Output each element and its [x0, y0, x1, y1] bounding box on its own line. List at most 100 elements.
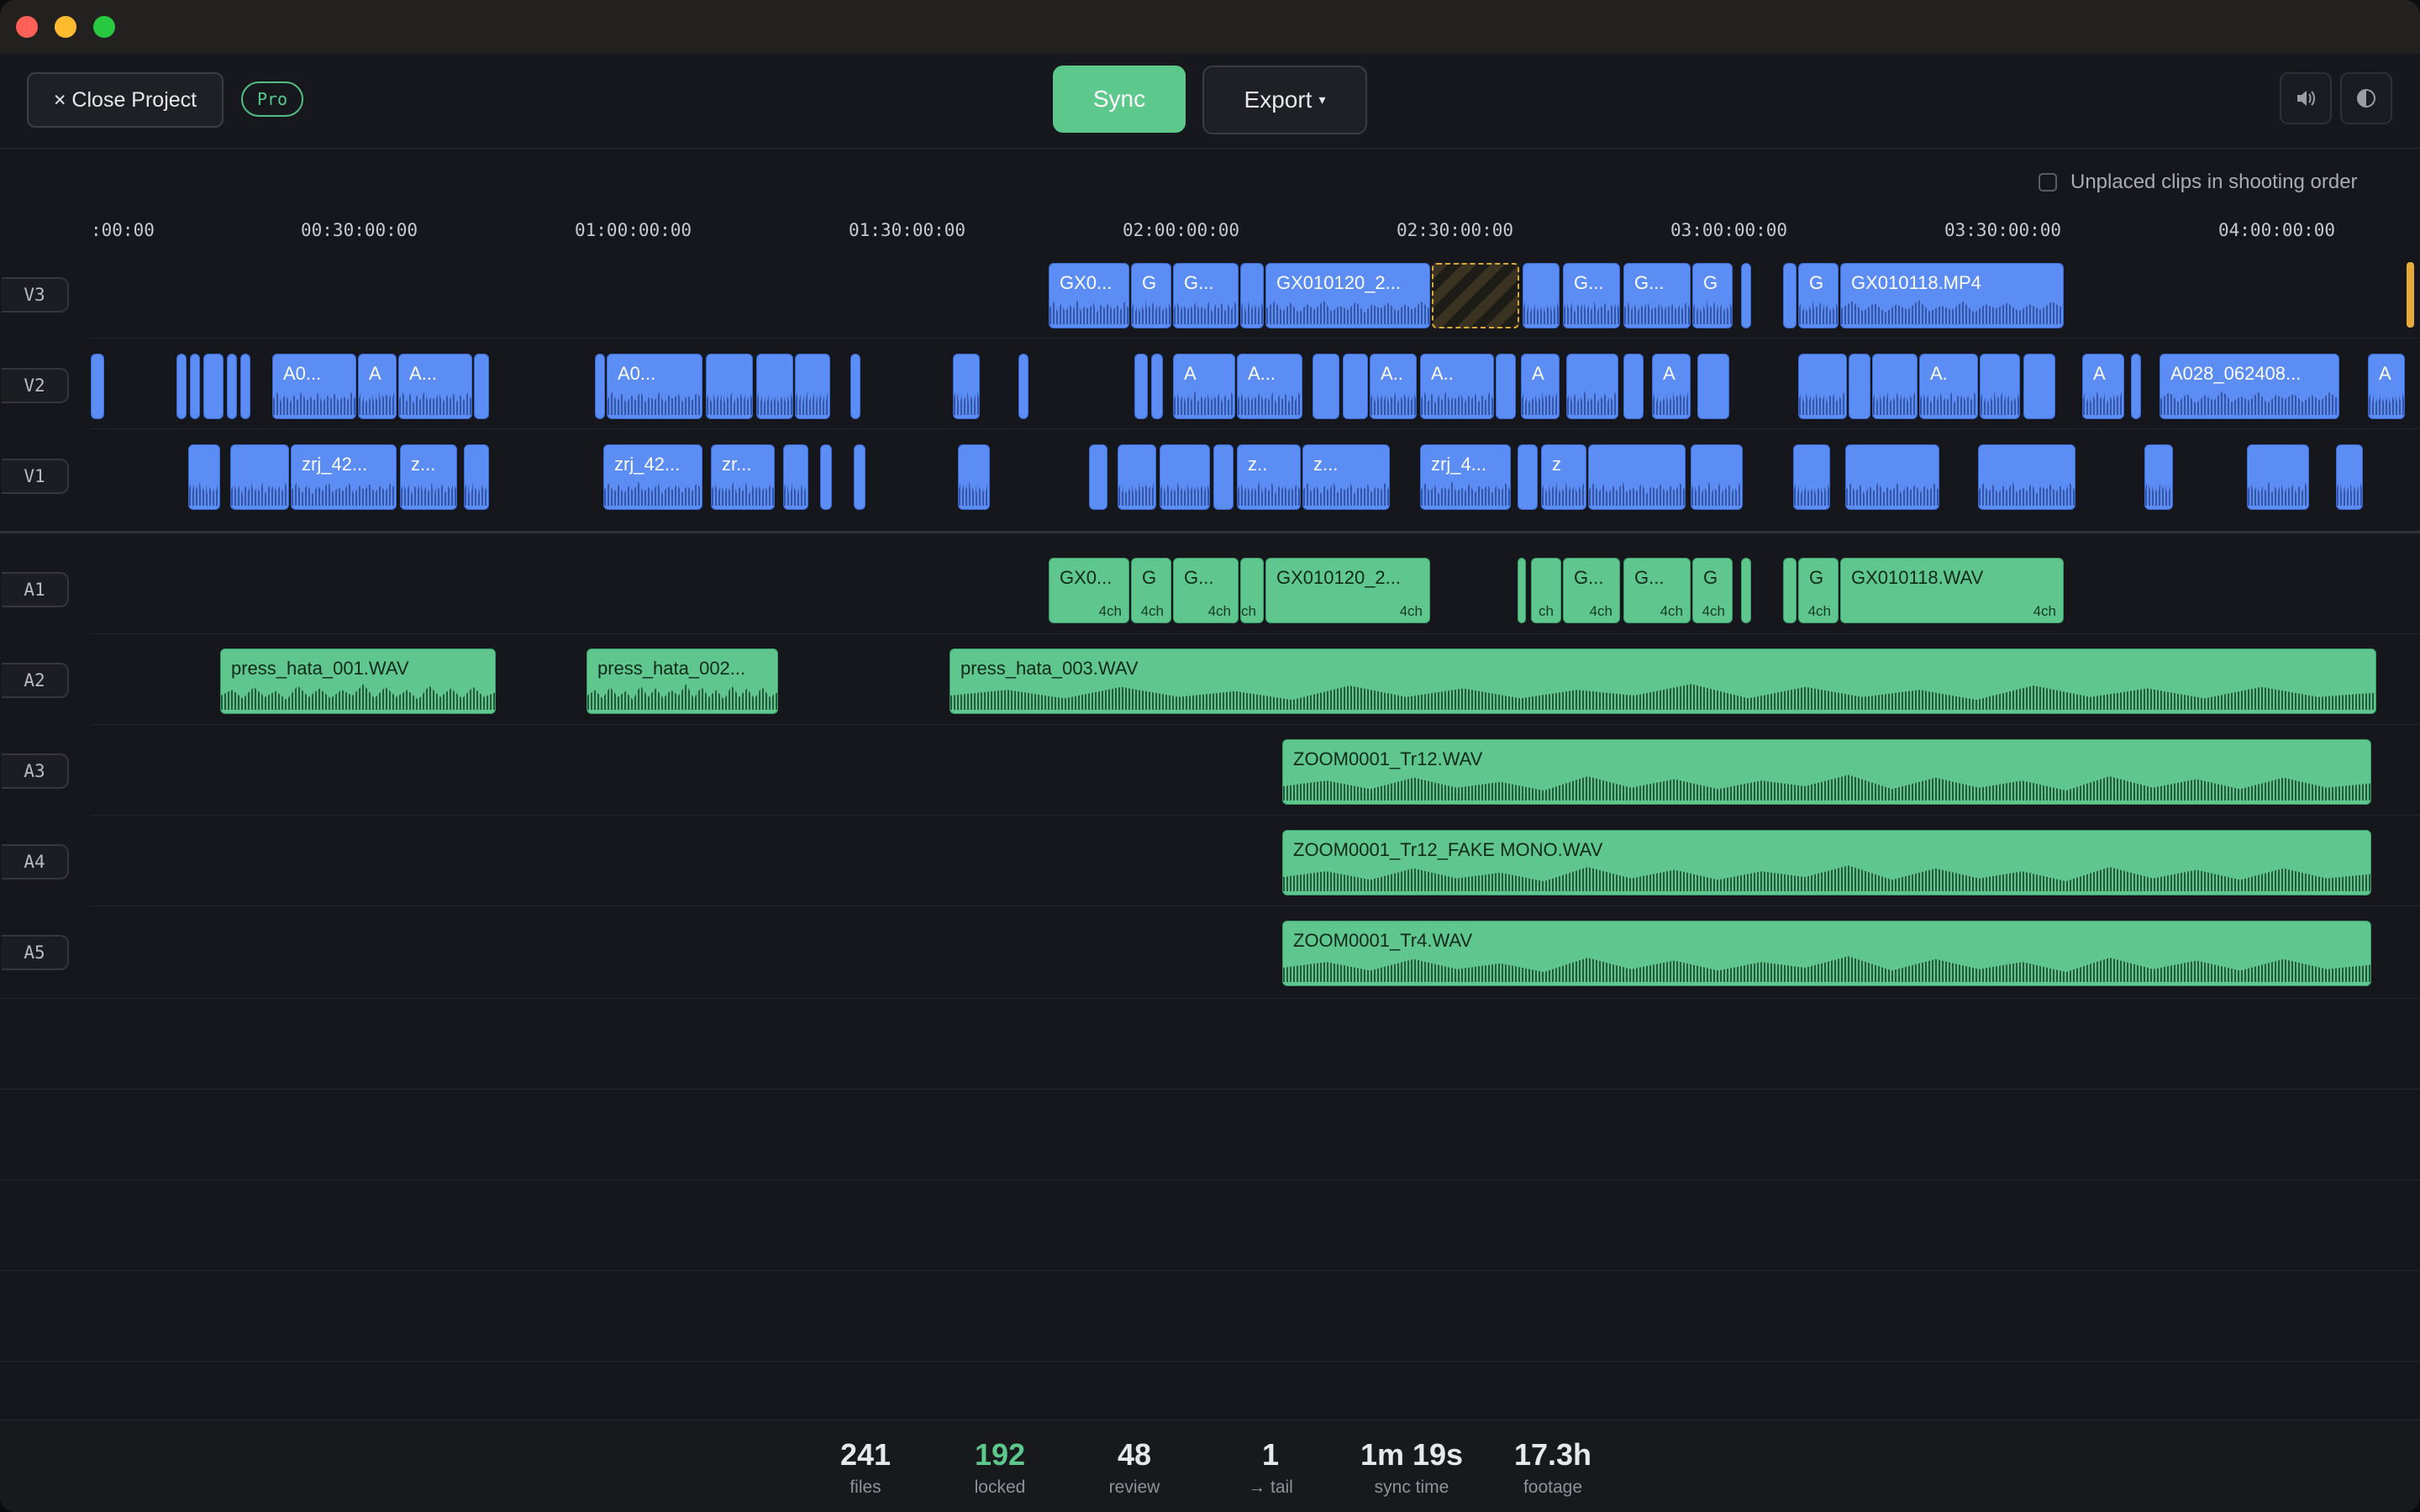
video-clip[interactable]: GX0...: [1049, 263, 1129, 328]
video-clip[interactable]: [203, 354, 224, 419]
video-clip[interactable]: [820, 444, 832, 510]
video-clip[interactable]: A: [1652, 354, 1691, 419]
video-clip[interactable]: G...: [1623, 263, 1691, 328]
audio-clip[interactable]: [1783, 558, 1797, 623]
audio-clip[interactable]: ZOOM0001_Tr12.WAV: [1282, 739, 2371, 805]
audio-clip[interactable]: G 4ch: [1798, 558, 1839, 623]
video-clip[interactable]: A0...: [607, 354, 702, 419]
unplaced-checkbox[interactable]: [2039, 173, 2057, 192]
video-clip[interactable]: [1697, 354, 1729, 419]
track-label-a4[interactable]: A4: [2, 844, 69, 879]
video-clip[interactable]: A...: [398, 354, 472, 419]
video-clip[interactable]: z..: [1237, 444, 1301, 510]
track-label-a3[interactable]: A3: [2, 753, 69, 789]
video-clip[interactable]: [1089, 444, 1107, 510]
video-clip[interactable]: zrj_42...: [603, 444, 702, 510]
video-clip[interactable]: [1783, 263, 1797, 328]
track-label-v1[interactable]: V1: [2, 459, 69, 494]
track-label-a1[interactable]: A1: [2, 572, 69, 607]
video-clip[interactable]: A: [2368, 354, 2405, 419]
sync-button[interactable]: Sync: [1053, 66, 1186, 133]
video-clip[interactable]: [464, 444, 489, 510]
video-clip[interactable]: zr...: [711, 444, 775, 510]
unplaced-clips-option[interactable]: Unplaced clips in shooting order: [2039, 171, 2358, 194]
track-label-v3[interactable]: V3: [2, 277, 69, 312]
video-clip[interactable]: [1213, 444, 1234, 510]
audio-clip[interactable]: GX010120_2... 4ch: [1265, 558, 1430, 623]
video-clip[interactable]: [188, 444, 220, 510]
video-clip[interactable]: G: [1798, 263, 1839, 328]
video-clip[interactable]: [1623, 354, 1644, 419]
video-clip[interactable]: [1343, 354, 1368, 419]
audio-clip[interactable]: press_hata_003.WAV: [950, 648, 2376, 714]
video-clip[interactable]: [1496, 354, 1516, 419]
video-clip[interactable]: A.: [1919, 354, 1978, 419]
volume-button[interactable]: [2280, 72, 2332, 124]
theme-toggle-button[interactable]: [2340, 72, 2392, 124]
export-button[interactable]: Export ▾: [1202, 66, 1367, 134]
playhead-marker[interactable]: [2407, 262, 2414, 328]
track-label-a5[interactable]: A5: [2, 935, 69, 970]
video-clip[interactable]: [91, 354, 104, 419]
video-clip[interactable]: [1523, 263, 1560, 328]
video-clip[interactable]: [854, 444, 865, 510]
video-clip[interactable]: GX010118.MP4: [1840, 263, 2064, 328]
video-clip[interactable]: [958, 444, 990, 510]
video-clip[interactable]: A0...: [272, 354, 356, 419]
video-clip[interactable]: [1240, 263, 1264, 328]
video-clip[interactable]: [240, 354, 250, 419]
video-clip[interactable]: [176, 354, 187, 419]
video-clip[interactable]: [850, 354, 860, 419]
video-clip[interactable]: [227, 354, 237, 419]
video-clip[interactable]: [1741, 263, 1751, 328]
audio-clip[interactable]: press_hata_002...: [587, 648, 778, 714]
video-clip[interactable]: z...: [1302, 444, 1390, 510]
video-clip[interactable]: [2336, 444, 2363, 510]
video-clip[interactable]: [190, 354, 200, 419]
video-clip[interactable]: z...: [400, 444, 457, 510]
video-clip[interactable]: A: [358, 354, 397, 419]
video-clip[interactable]: [1160, 444, 1210, 510]
audio-clip[interactable]: ch: [1240, 558, 1264, 623]
video-clip[interactable]: [1691, 444, 1743, 510]
video-clip[interactable]: [1845, 444, 1939, 510]
video-clip[interactable]: [1872, 354, 1918, 419]
video-clip[interactable]: [1793, 444, 1830, 510]
video-clip[interactable]: [2144, 444, 2173, 510]
audio-clip[interactable]: GX010118.WAV 4ch: [1840, 558, 2064, 623]
video-clip[interactable]: z: [1541, 444, 1586, 510]
video-clip[interactable]: [1798, 354, 1847, 419]
audio-clip[interactable]: G... 4ch: [1173, 558, 1239, 623]
minimize-window-button[interactable]: [55, 16, 76, 38]
video-clip[interactable]: [1588, 444, 1686, 510]
video-clip[interactable]: G: [1692, 263, 1733, 328]
audio-clip[interactable]: G 4ch: [1131, 558, 1171, 623]
audio-clip[interactable]: [1741, 558, 1751, 623]
video-clip[interactable]: [1151, 354, 1163, 419]
video-clip[interactable]: [1978, 444, 2075, 510]
video-clip[interactable]: zrj_42...: [291, 444, 397, 510]
video-clip[interactable]: G...: [1173, 263, 1239, 328]
track-label-v2[interactable]: V2: [2, 368, 69, 403]
video-clip[interactable]: [706, 354, 753, 419]
audio-clip[interactable]: ZOOM0001_Tr4.WAV: [1282, 921, 2371, 986]
video-clip[interactable]: A028_062408...: [2160, 354, 2339, 419]
video-clip[interactable]: A: [2082, 354, 2124, 419]
video-clip[interactable]: zrj_4...: [1420, 444, 1511, 510]
audio-clip[interactable]: G... 4ch: [1563, 558, 1620, 623]
video-clip[interactable]: [756, 354, 793, 419]
video-clip[interactable]: [1849, 354, 1870, 419]
video-clip[interactable]: A...: [1237, 354, 1302, 419]
zoom-window-button[interactable]: [93, 16, 115, 38]
audio-clip[interactable]: ZOOM0001_Tr12_FAKE MONO.WAV: [1282, 830, 2371, 895]
video-clip[interactable]: G...: [1563, 263, 1620, 328]
video-clip[interactable]: [2023, 354, 2055, 419]
video-clip[interactable]: G: [1131, 263, 1171, 328]
video-clip[interactable]: [474, 354, 489, 419]
audio-clip[interactable]: ch: [1531, 558, 1561, 623]
video-clip[interactable]: [2131, 354, 2141, 419]
video-clip[interactable]: [1313, 354, 1339, 419]
video-clip[interactable]: [1134, 354, 1148, 419]
audio-clip[interactable]: G 4ch: [1692, 558, 1733, 623]
video-clip[interactable]: [783, 444, 808, 510]
